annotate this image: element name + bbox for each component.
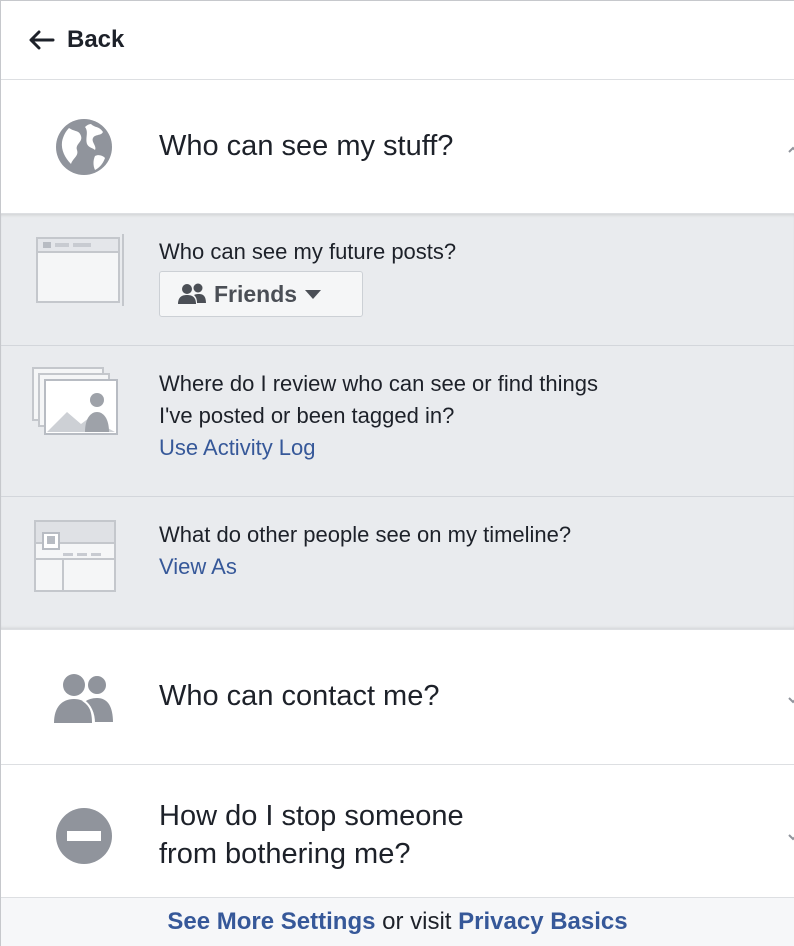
chevron-up-icon: [788, 142, 794, 153]
block-icon: [53, 805, 115, 867]
section-who-can-see-my-stuff[interactable]: Who can see my stuff?: [1, 80, 794, 214]
view-as-row: What do other people see on my timeline?…: [1, 497, 794, 629]
use-activity-log-link[interactable]: Use Activity Log: [159, 435, 316, 460]
section-title: Who can see my stuff?: [159, 130, 454, 162]
chevron-down-icon: [788, 692, 794, 704]
photo-stack-icon: [31, 366, 121, 447]
future-posts-row: Who can see my future posts? Friends: [1, 214, 794, 346]
activity-log-row: Where do I review who can see or find th…: [1, 346, 794, 497]
friends-icon: [178, 283, 206, 305]
activity-log-question: Where do I review who can see or find th…: [159, 368, 598, 464]
people-icon: [53, 668, 115, 730]
section-stop-someone-bothering[interactable]: How do I stop someone from bothering me?: [1, 765, 794, 901]
footer-middle-text: or visit: [375, 908, 459, 935]
see-more-settings-link[interactable]: See More Settings: [167, 908, 375, 935]
privacy-basics-link[interactable]: Privacy Basics: [458, 908, 627, 935]
future-posts-icon: [33, 234, 129, 311]
section-title: Who can contact me?: [159, 680, 440, 712]
view-as-link[interactable]: View As: [159, 554, 237, 579]
activity-log-question-line2: I've posted or been tagged in?: [159, 403, 455, 428]
audience-selector-button[interactable]: Friends: [159, 271, 363, 317]
globe-icon: [53, 116, 115, 178]
timeline-icon: [33, 519, 117, 598]
future-posts-question: Who can see my future posts?: [159, 239, 457, 264]
audience-label: Friends: [214, 280, 298, 307]
back-button[interactable]: Back: [1, 1, 794, 80]
view-as-question-text: What do other people see on my timeline?: [159, 522, 572, 547]
activity-log-question-line1: Where do I review who can see or find th…: [159, 371, 599, 396]
section-who-can-contact-me[interactable]: Who can contact me?: [1, 630, 794, 765]
arrow-left-icon: [29, 29, 57, 51]
chevron-down-icon: [788, 829, 794, 841]
footer: See More Settings or visit Privacy Basic…: [1, 897, 794, 946]
section-title-line1: How do I stop someone: [159, 800, 464, 832]
view-as-question: What do other people see on my timeline?…: [159, 519, 571, 583]
section-title: How do I stop someone from bothering me?: [159, 797, 464, 873]
section-title-line2: from bothering me?: [159, 838, 411, 870]
expanded-stuff-content: Who can see my future posts? Friends Whe…: [1, 214, 794, 630]
privacy-shortcuts-panel: Back Who can see my stuff? Who can see m…: [0, 0, 794, 946]
back-label: Back: [67, 26, 125, 53]
caret-down-icon: [305, 289, 322, 299]
